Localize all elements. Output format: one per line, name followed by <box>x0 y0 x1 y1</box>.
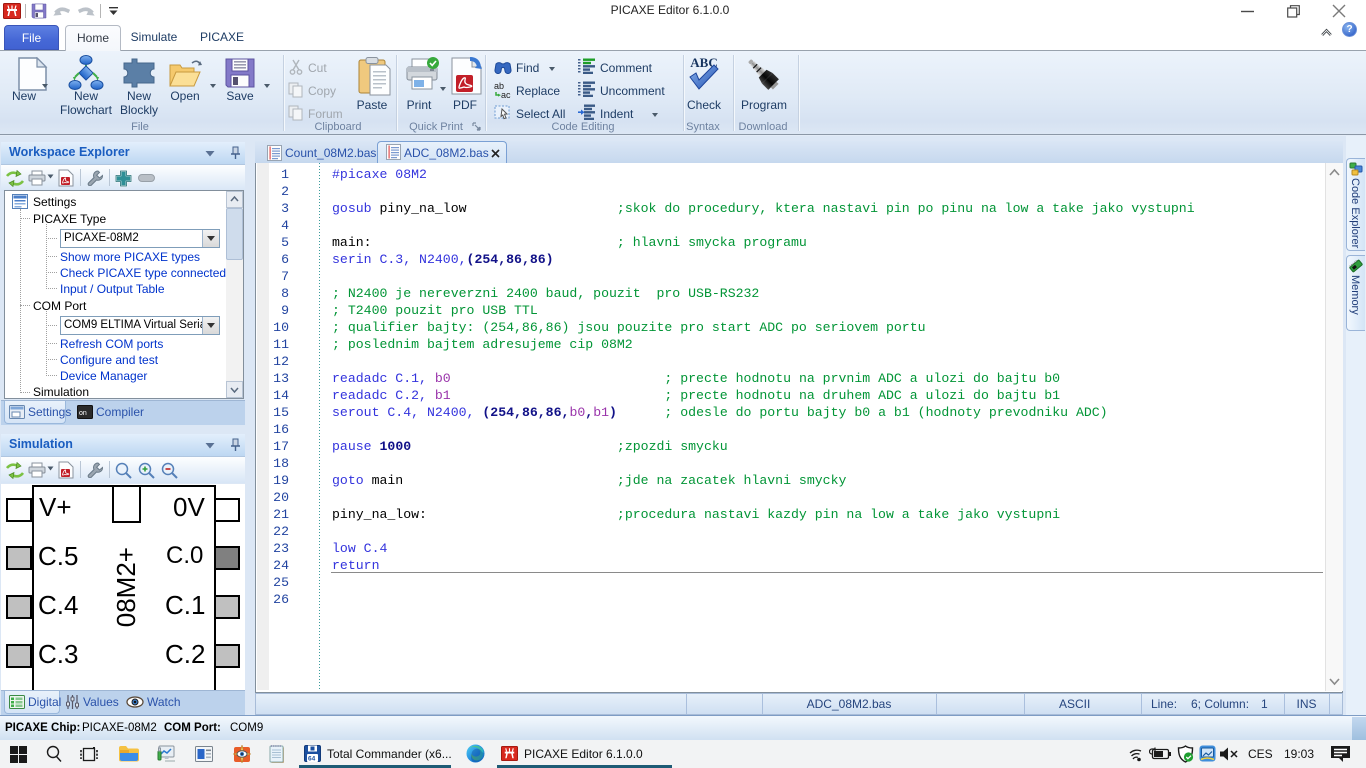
svg-text:ac: ac <box>501 90 511 99</box>
svg-text:64: 64 <box>308 756 316 763</box>
svg-text:on: on <box>79 410 87 417</box>
